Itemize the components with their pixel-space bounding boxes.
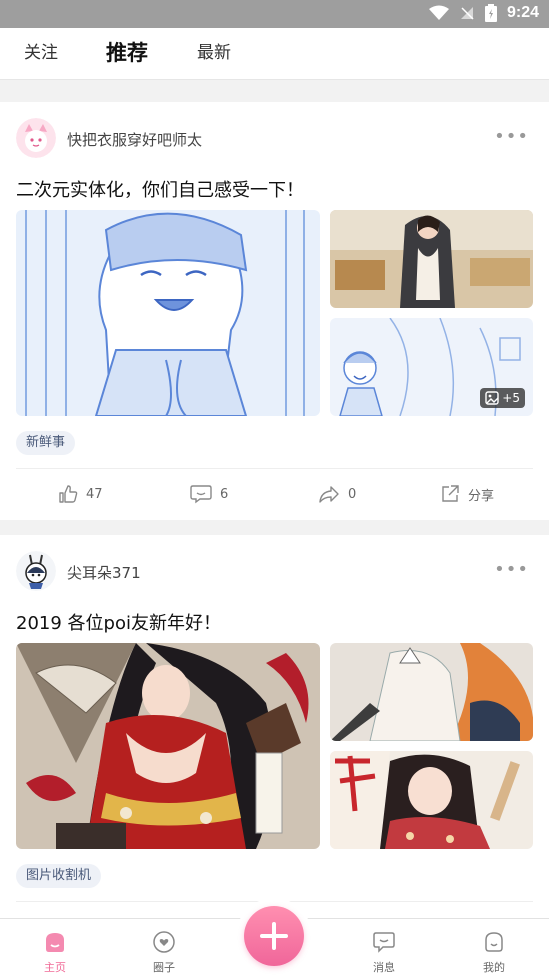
more-options-button[interactable]: ••• (494, 126, 529, 147)
tab-recommended[interactable]: 推荐 (106, 28, 148, 80)
nav-profile-label: 我的 (483, 961, 505, 974)
share-label: 分享 (468, 488, 495, 504)
post-image-thumb[interactable]: +5 (330, 318, 533, 416)
comment-icon (190, 485, 212, 504)
status-time: 9:24 (506, 4, 539, 21)
more-images-badge[interactable]: +5 (480, 388, 525, 408)
thumbs-up-icon (59, 485, 78, 503)
comment-button[interactable]: 6 (190, 484, 228, 504)
nav-circles-label: 圈子 (153, 961, 175, 974)
forward-icon (319, 486, 339, 503)
topic-tag[interactable]: 图片收割机 (16, 864, 102, 888)
more-images-count: +5 (502, 391, 520, 405)
topic-tag[interactable]: 新鲜事 (16, 431, 76, 455)
like-button[interactable]: 47 (58, 484, 103, 504)
post-image-thumb[interactable] (330, 643, 533, 741)
post-title[interactable]: 2019 各位poi友新年好！ (16, 609, 221, 635)
image-icon (485, 391, 499, 405)
post-image-thumb[interactable] (330, 751, 533, 849)
share-icon (442, 485, 459, 502)
home-icon (46, 933, 64, 952)
tab-following[interactable]: 关注 (24, 28, 58, 80)
nav-home-label: 主页 (44, 961, 66, 974)
create-post-button[interactable] (244, 906, 304, 966)
avatar[interactable] (16, 118, 56, 158)
forward-button[interactable]: 0 (318, 484, 356, 504)
status-bar: 9:24 (0, 0, 549, 28)
forward-count: 0 (348, 486, 357, 502)
share-button[interactable]: 分享 (440, 484, 494, 504)
no-signal-icon (460, 7, 474, 20)
nav-circles[interactable]: 圈子 (124, 919, 204, 976)
post-card[interactable]: 尖耳朵371 ••• 2019 各位poi友新年好！ 图片收割机 (0, 535, 549, 918)
heart-circle-icon (153, 931, 175, 953)
plus-icon (260, 922, 288, 950)
author-name[interactable]: 快把衣服穿好吧师太 (67, 129, 202, 150)
post-image-main[interactable] (16, 210, 320, 416)
author-name[interactable]: 尖耳朵371 (67, 562, 141, 583)
fab-container (236, 898, 312, 974)
comment-count: 6 (220, 486, 229, 502)
post-title[interactable]: 二次元实体化，你们自己感受一下！ (16, 176, 304, 202)
battery-icon (484, 4, 497, 22)
like-count: 47 (86, 486, 103, 502)
more-options-button[interactable]: ••• (494, 559, 529, 580)
wifi-icon (428, 5, 449, 20)
profile-icon (485, 932, 503, 952)
tab-latest[interactable]: 最新 (197, 28, 231, 80)
nav-messages[interactable]: 消息 (344, 919, 424, 976)
post-image-thumb[interactable] (330, 210, 533, 308)
post-image-main[interactable] (16, 643, 320, 849)
nav-profile[interactable]: 我的 (454, 919, 534, 976)
top-tab-bar: 关注 推荐 最新 (0, 28, 549, 80)
nav-messages-label: 消息 (373, 961, 395, 974)
post-card[interactable]: 快把衣服穿好吧师太 ••• 二次元实体化，你们自己感受一下！ +5 新鲜事 47… (0, 102, 549, 520)
divider (16, 468, 533, 469)
message-icon (373, 932, 395, 953)
nav-home[interactable]: 主页 (15, 919, 95, 976)
avatar[interactable] (16, 551, 56, 591)
